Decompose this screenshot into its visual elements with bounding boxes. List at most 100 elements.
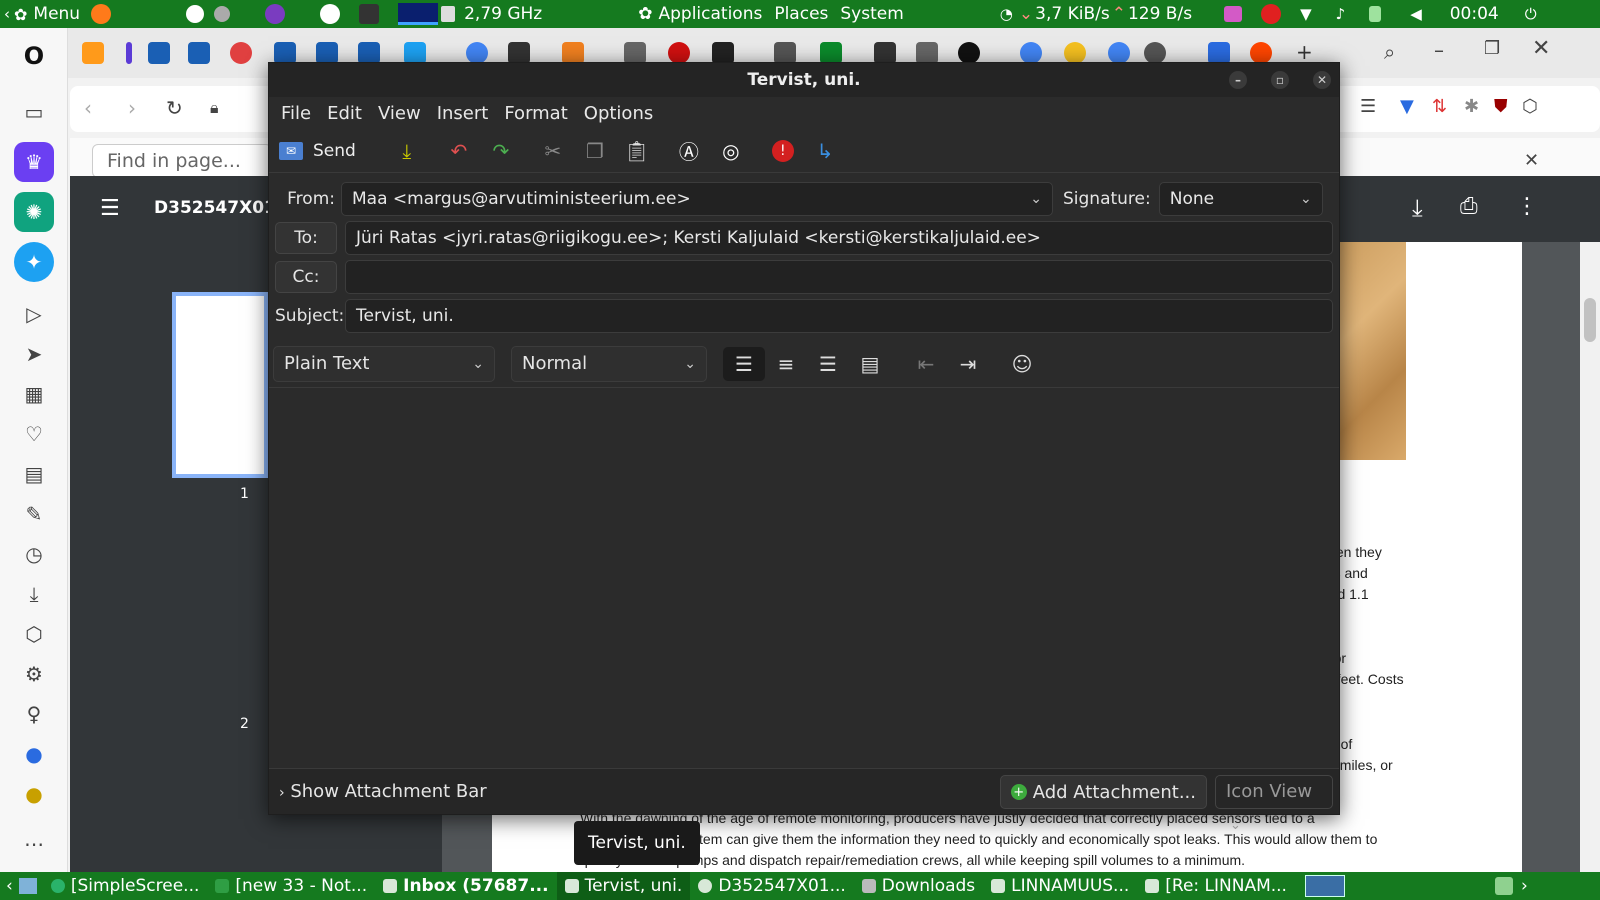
indent-icon[interactable]: ⇥ (947, 347, 989, 381)
taskbar-item[interactable]: LINNAMUUS... (983, 872, 1137, 900)
align-left-icon[interactable]: ☰ (723, 346, 765, 381)
compose-titlebar[interactable]: Tervist, uni. – ▫ ✕ (269, 63, 1339, 97)
taskbar-item[interactable]: D352547X01... (690, 872, 853, 900)
extension-icon[interactable]: ✱ (1464, 96, 1479, 117)
icon-view-select[interactable]: Icon View ⌄ (1215, 775, 1333, 833)
gear-icon[interactable]: ⚙ (14, 654, 54, 694)
copy-icon[interactable]: ❐ (574, 134, 616, 168)
restore-icon[interactable]: ❐ (1484, 38, 1500, 59)
spell-icon[interactable] (186, 5, 205, 23)
tab-favicon[interactable] (1208, 42, 1230, 64)
network-icon[interactable]: ▼ (1300, 5, 1312, 23)
play-icon[interactable]: ▷ (14, 294, 54, 334)
back-icon[interactable]: ‹ (84, 96, 92, 120)
tab-favicon[interactable] (466, 42, 488, 64)
save-icon[interactable]: ⤓ (386, 134, 428, 168)
news-icon[interactable]: ▤ (14, 454, 54, 494)
tab-favicon[interactable] (712, 42, 734, 64)
taskbar-item[interactable]: Tervist, uni. (556, 872, 691, 900)
heart-icon[interactable]: ♡ (14, 414, 54, 454)
undo-icon[interactable]: ↶ (438, 134, 480, 168)
maximize-icon[interactable]: ▫ (1271, 71, 1289, 89)
menu-file[interactable]: File (273, 103, 319, 124)
applications-menu[interactable]: Applications (658, 4, 762, 24)
tab-favicon[interactable] (958, 42, 980, 64)
hamburger-icon[interactable]: ☰ (100, 196, 120, 221)
tab-favicon[interactable] (1064, 42, 1086, 64)
menu-format[interactable]: Format (496, 103, 575, 124)
more-icon[interactable]: ⋯ (14, 824, 54, 864)
tab-favicon[interactable] (624, 42, 646, 64)
tab-favicon[interactable] (148, 42, 170, 64)
record-icon[interactable] (1261, 4, 1282, 24)
tab-favicon[interactable] (1020, 42, 1042, 64)
menu-edit[interactable]: Edit (319, 103, 370, 124)
scrollbar[interactable] (1580, 242, 1600, 872)
tab-favicon[interactable] (358, 42, 380, 64)
twitter-icon[interactable]: ✦ (14, 242, 54, 282)
places-menu[interactable]: Places (774, 4, 828, 24)
battery-icon[interactable] (1369, 6, 1382, 22)
subject-field[interactable]: Tervist, uni. (345, 299, 1333, 333)
tab-favicon[interactable] (774, 42, 796, 64)
reload-icon[interactable]: ↻ (166, 96, 183, 120)
extension-icon[interactable]: ● (14, 774, 54, 814)
chat-icon[interactable]: ● (14, 734, 54, 774)
system-menu[interactable]: System (840, 4, 903, 24)
settings-sliders-icon[interactable]: ☰ (1360, 96, 1376, 117)
history-icon[interactable]: ◷ (14, 534, 54, 574)
return-receipt-icon[interactable]: ↳ (804, 134, 846, 168)
new-tab-icon[interactable]: + (1296, 40, 1313, 64)
tab-favicon[interactable] (274, 42, 296, 64)
mail-tray-icon[interactable] (1304, 875, 1345, 897)
show-attachment-bar-toggle[interactable]: › Show Attachment Bar (279, 781, 487, 802)
align-right-icon[interactable]: ☰ (807, 347, 849, 381)
priority-icon[interactable]: ! (762, 134, 804, 168)
volume-icon[interactable]: ◀ (1410, 5, 1422, 23)
close-icon[interactable]: ✕ (1532, 36, 1550, 61)
cut-icon[interactable]: ✂ (532, 134, 574, 168)
close-icon[interactable]: ✕ (1313, 71, 1331, 89)
tab-favicon[interactable] (508, 42, 530, 64)
cube-icon[interactable]: ⬡ (14, 614, 54, 654)
media-icon[interactable] (1224, 6, 1243, 22)
paste-icon[interactable]: 📋︎ (616, 134, 658, 168)
menu-view[interactable]: View (370, 103, 429, 124)
to-button[interactable]: To: (275, 222, 337, 254)
chevron-right-icon[interactable]: › (1521, 876, 1528, 896)
search-replace-icon[interactable]: ◎ (710, 134, 752, 168)
extension-icon[interactable]: ▼ (1400, 96, 1414, 117)
forward-icon[interactable]: › (128, 96, 136, 120)
scrollbar-thumb[interactable] (1584, 298, 1596, 342)
tray-icon[interactable] (1494, 877, 1513, 895)
align-justify-icon[interactable]: ▤ (849, 347, 891, 381)
spellcheck-icon[interactable]: Ⓐ (668, 134, 710, 168)
outdent-icon[interactable]: ⇤ (905, 347, 947, 381)
minimize-icon[interactable]: – (1229, 71, 1247, 89)
signature-select[interactable]: None ⌄ (1158, 182, 1323, 216)
firefox-icon[interactable] (91, 4, 112, 24)
opera-icon[interactable] (320, 4, 341, 24)
tab-favicon[interactable] (316, 42, 338, 64)
emoji-icon[interactable]: ☺ (1001, 347, 1043, 381)
tab-favicon[interactable] (916, 42, 938, 64)
search-icon[interactable]: ⌕ (1384, 40, 1395, 64)
tab-favicon[interactable] (1108, 42, 1130, 64)
format-select[interactable]: Plain Text ⌄ (273, 345, 495, 382)
chatgpt-icon[interactable]: ✺ (14, 192, 54, 232)
podcast-icon[interactable] (265, 4, 286, 24)
close-find-icon[interactable]: ✕ (1524, 150, 1539, 171)
more-vertical-icon[interactable]: ⋮ (1516, 194, 1538, 219)
extension-icon[interactable]: ⇅ (1432, 96, 1447, 117)
add-attachment-button[interactable]: + Add Attachment... (999, 775, 1207, 809)
settings-icon[interactable] (214, 6, 231, 22)
power-icon[interactable]: ⏻ (1525, 5, 1537, 23)
bulb-icon[interactable]: ♀ (14, 694, 54, 734)
cc-button[interactable]: Cc: (275, 261, 337, 293)
tab-favicon[interactable] (404, 42, 426, 64)
ublock-icon[interactable]: ⛊ (1494, 96, 1508, 117)
minimize-icon[interactable]: – (1434, 38, 1444, 62)
cube-icon[interactable]: ⬡ (1522, 96, 1538, 117)
send-button[interactable]: ✉ Send (279, 134, 366, 168)
clock[interactable]: 00:04 (1450, 4, 1499, 24)
